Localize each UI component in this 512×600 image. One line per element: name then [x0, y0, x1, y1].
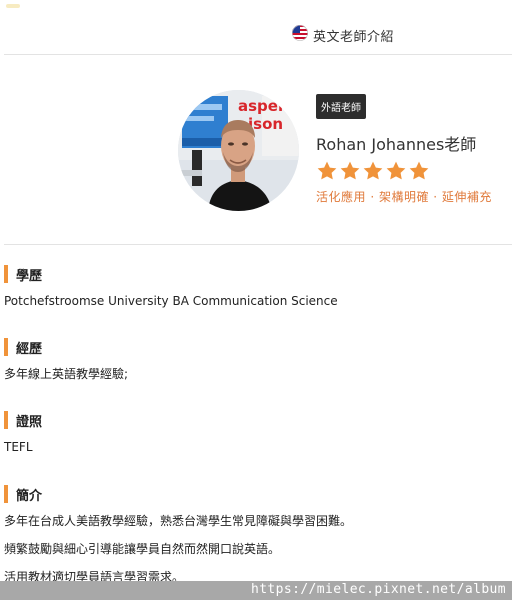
star-icon: [316, 160, 338, 182]
star-icon: [339, 160, 361, 182]
section-certificate: 證照 TEFL: [4, 410, 504, 468]
tab-english-teacher-intro[interactable]: 英文老師介紹: [292, 25, 394, 45]
rating-stars: [316, 160, 492, 182]
teacher-info: 外語老師 Rohan Johannes老師 活化應用 · 架構明確 · 延伸補充: [316, 94, 492, 205]
section-text: 頻繁鼓勵與細心引導能讓學員自然而然開口說英語。: [4, 542, 281, 556]
star-icon: [408, 160, 430, 182]
section-title: 學歷: [16, 268, 43, 284]
corner-decoration: [6, 4, 20, 8]
section-accent-bar: [4, 338, 8, 356]
teacher-profile-card: asper ison 外語老師 Rohan Johannes老師 活化應用 · …: [0, 54, 512, 244]
section-title: 簡介: [16, 488, 43, 504]
teacher-name: Rohan Johannes老師: [316, 135, 477, 154]
top-bar: 英文老師介紹: [0, 0, 512, 54]
section-text: TEFL: [4, 440, 33, 454]
section-accent-bar: [4, 485, 8, 503]
section-text: Potchefstroomse University BA Communicat…: [4, 294, 338, 308]
section-title: 經歷: [16, 341, 43, 357]
svg-text:asper: asper: [238, 97, 286, 115]
section-experience: 經歷 多年線上英語教學經驗;: [4, 337, 504, 395]
section-accent-bar: [4, 265, 8, 283]
divider-profile: [4, 244, 512, 245]
section-text: 多年在台成人美語教學經驗，熟悉台灣學生常見障礙與學習困難。: [4, 514, 353, 528]
section-text: 多年線上英語教學經驗;: [4, 367, 129, 381]
teacher-tags: 活化應用 · 架構明確 · 延伸補充: [316, 190, 492, 204]
teacher-avatar: asper ison: [178, 90, 299, 211]
section-education: 學歷 Potchefstroomse University BA Communi…: [4, 264, 504, 322]
watermark-url: https://mielec.pixnet.net/album: [250, 582, 506, 597]
tab-label: 英文老師介紹: [313, 29, 395, 45]
section-title: 證照: [16, 414, 43, 430]
watermark-url-bar: https://mielec.pixnet.net/album: [0, 581, 512, 600]
star-icon: [362, 160, 384, 182]
star-icon: [385, 160, 407, 182]
teacher-type-badge: 外語老師: [316, 94, 366, 119]
section-accent-bar: [4, 411, 8, 429]
us-flag-icon: [292, 25, 308, 45]
